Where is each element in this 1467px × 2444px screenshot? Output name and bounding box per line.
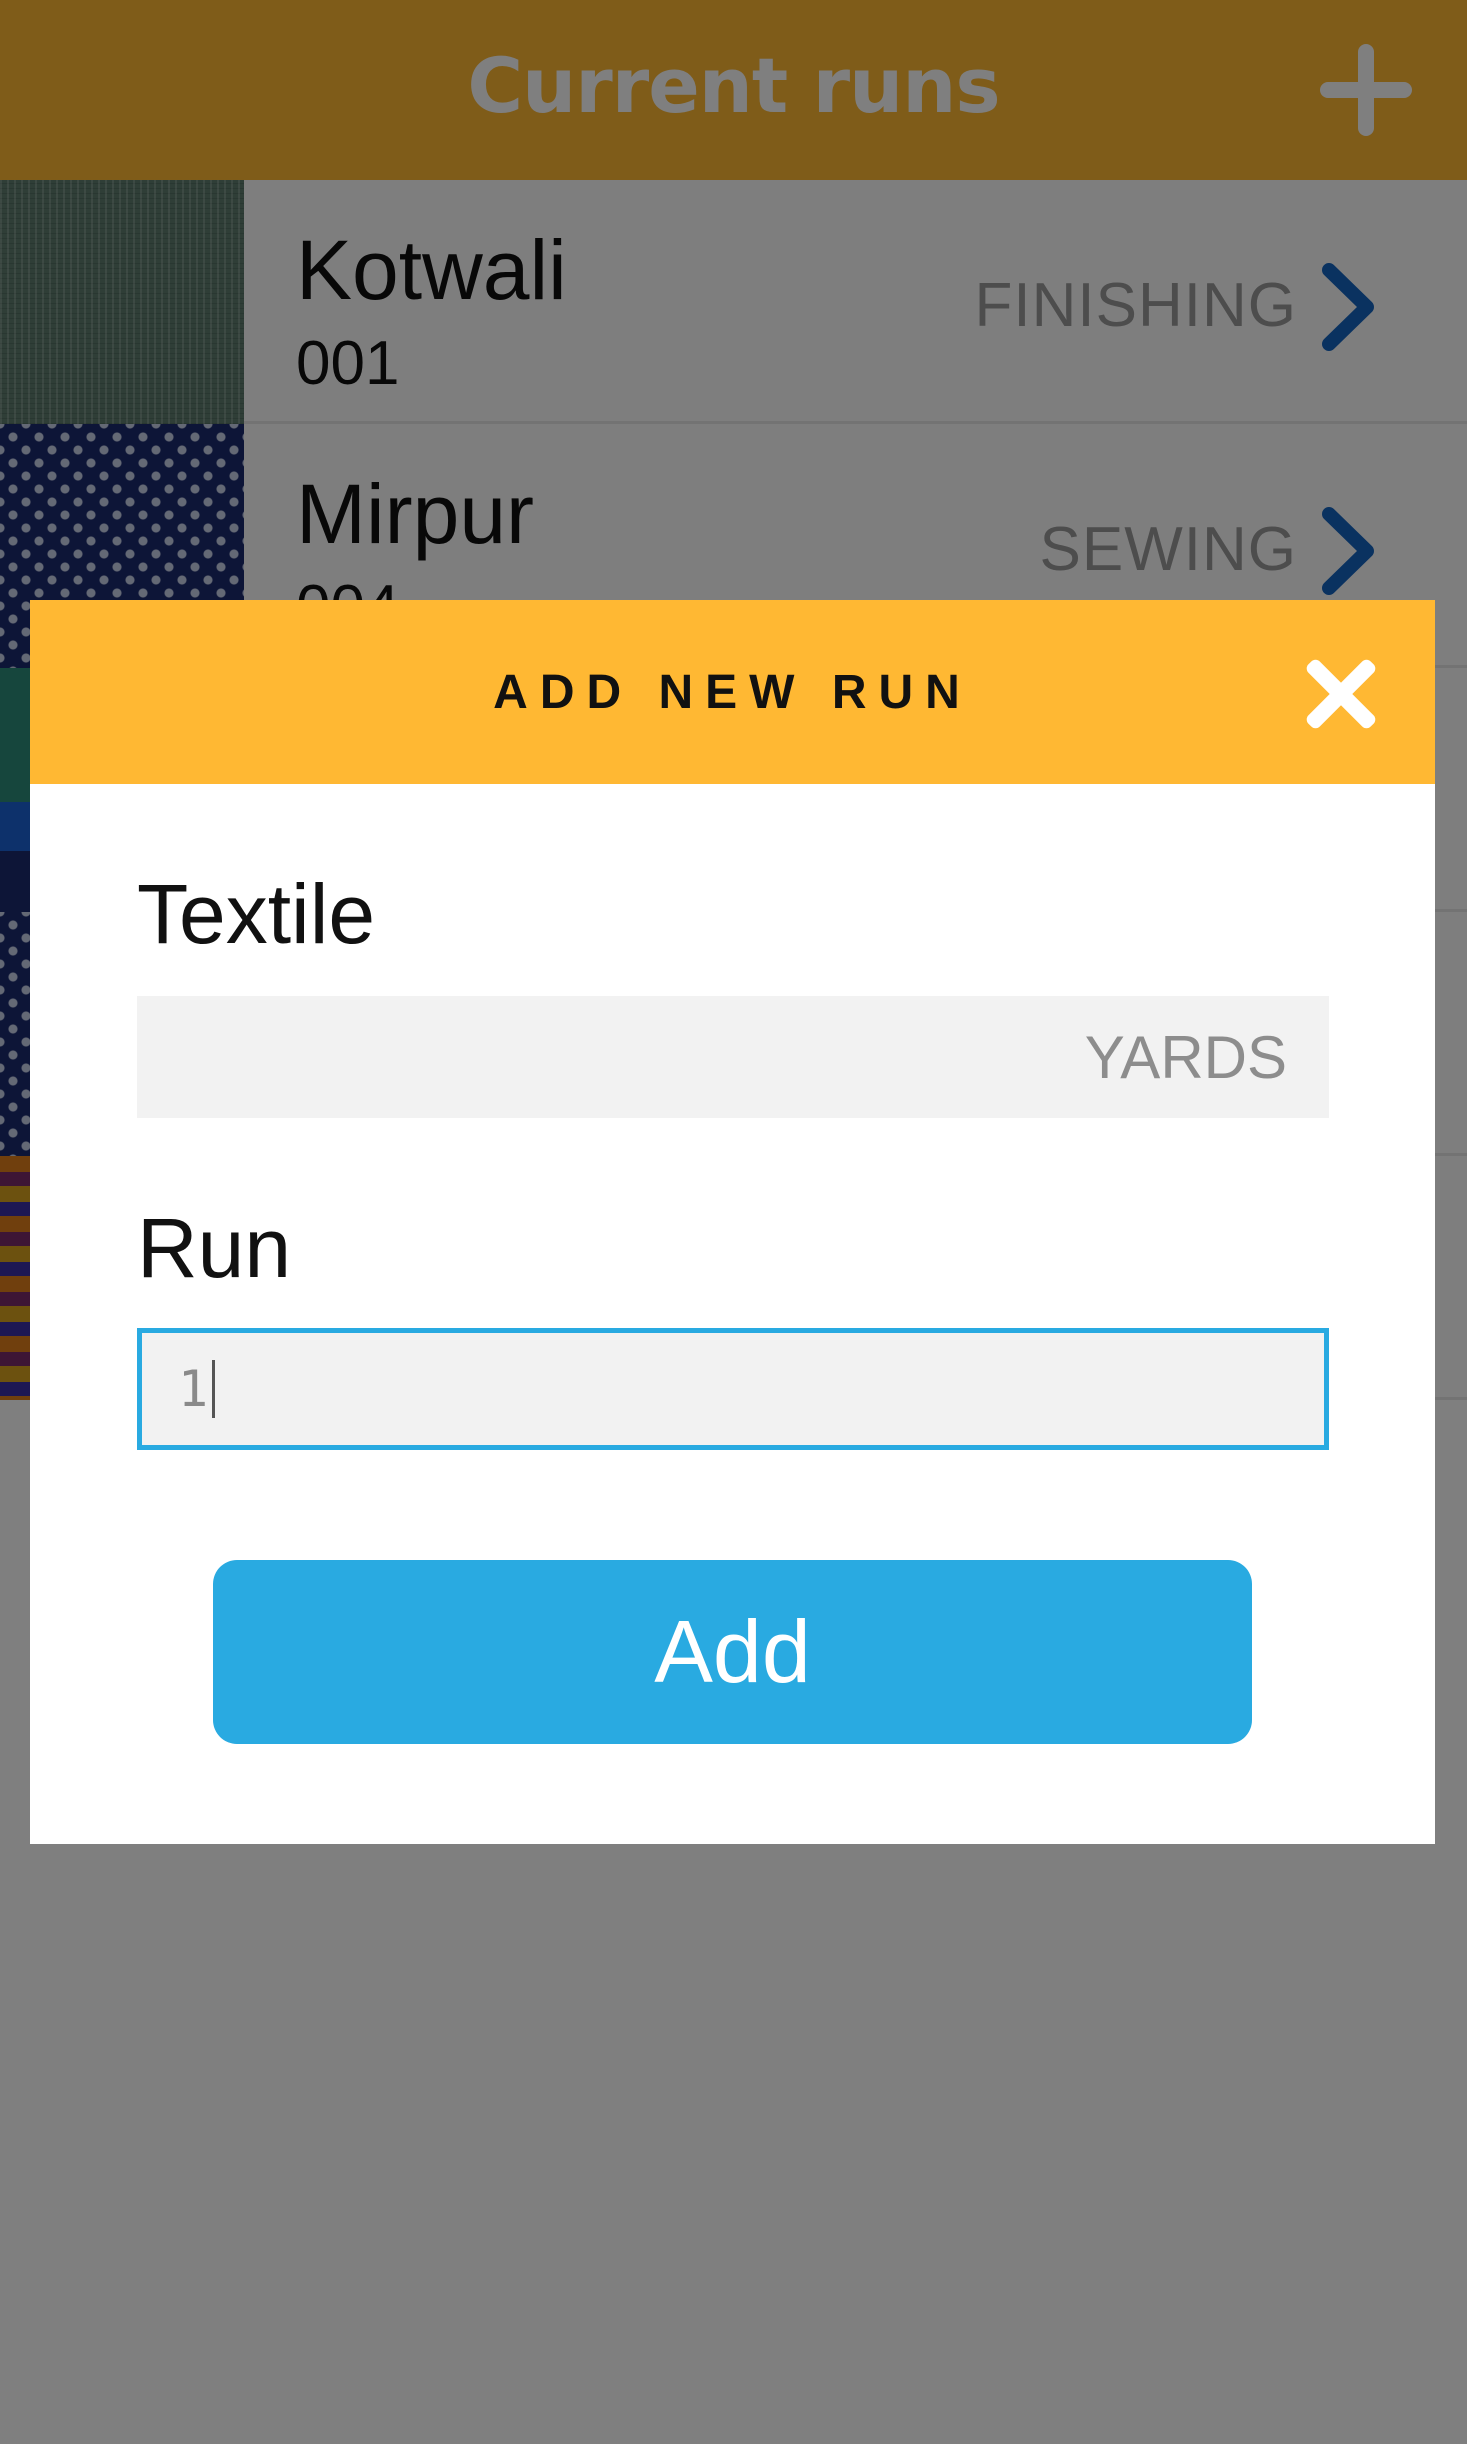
dialog-header: ADD NEW RUN	[30, 600, 1435, 784]
add-run-dialog: ADD NEW RUN Textile YARDS Run 1 Add	[30, 600, 1435, 1844]
dialog-title: ADD NEW RUN	[493, 665, 972, 719]
run-input[interactable]: 1	[137, 1328, 1329, 1450]
add-button[interactable]: Add	[213, 1560, 1252, 1744]
textile-input[interactable]: YARDS	[137, 996, 1329, 1118]
run-label: Run	[137, 1201, 292, 1295]
run-value: 1	[178, 1360, 209, 1418]
textile-label: Textile	[137, 867, 376, 961]
close-icon[interactable]	[1303, 656, 1379, 732]
run-value-wrap: 1	[178, 1333, 216, 1445]
text-caret	[212, 1360, 216, 1418]
yards-unit: YARDS	[1084, 1023, 1287, 1091]
